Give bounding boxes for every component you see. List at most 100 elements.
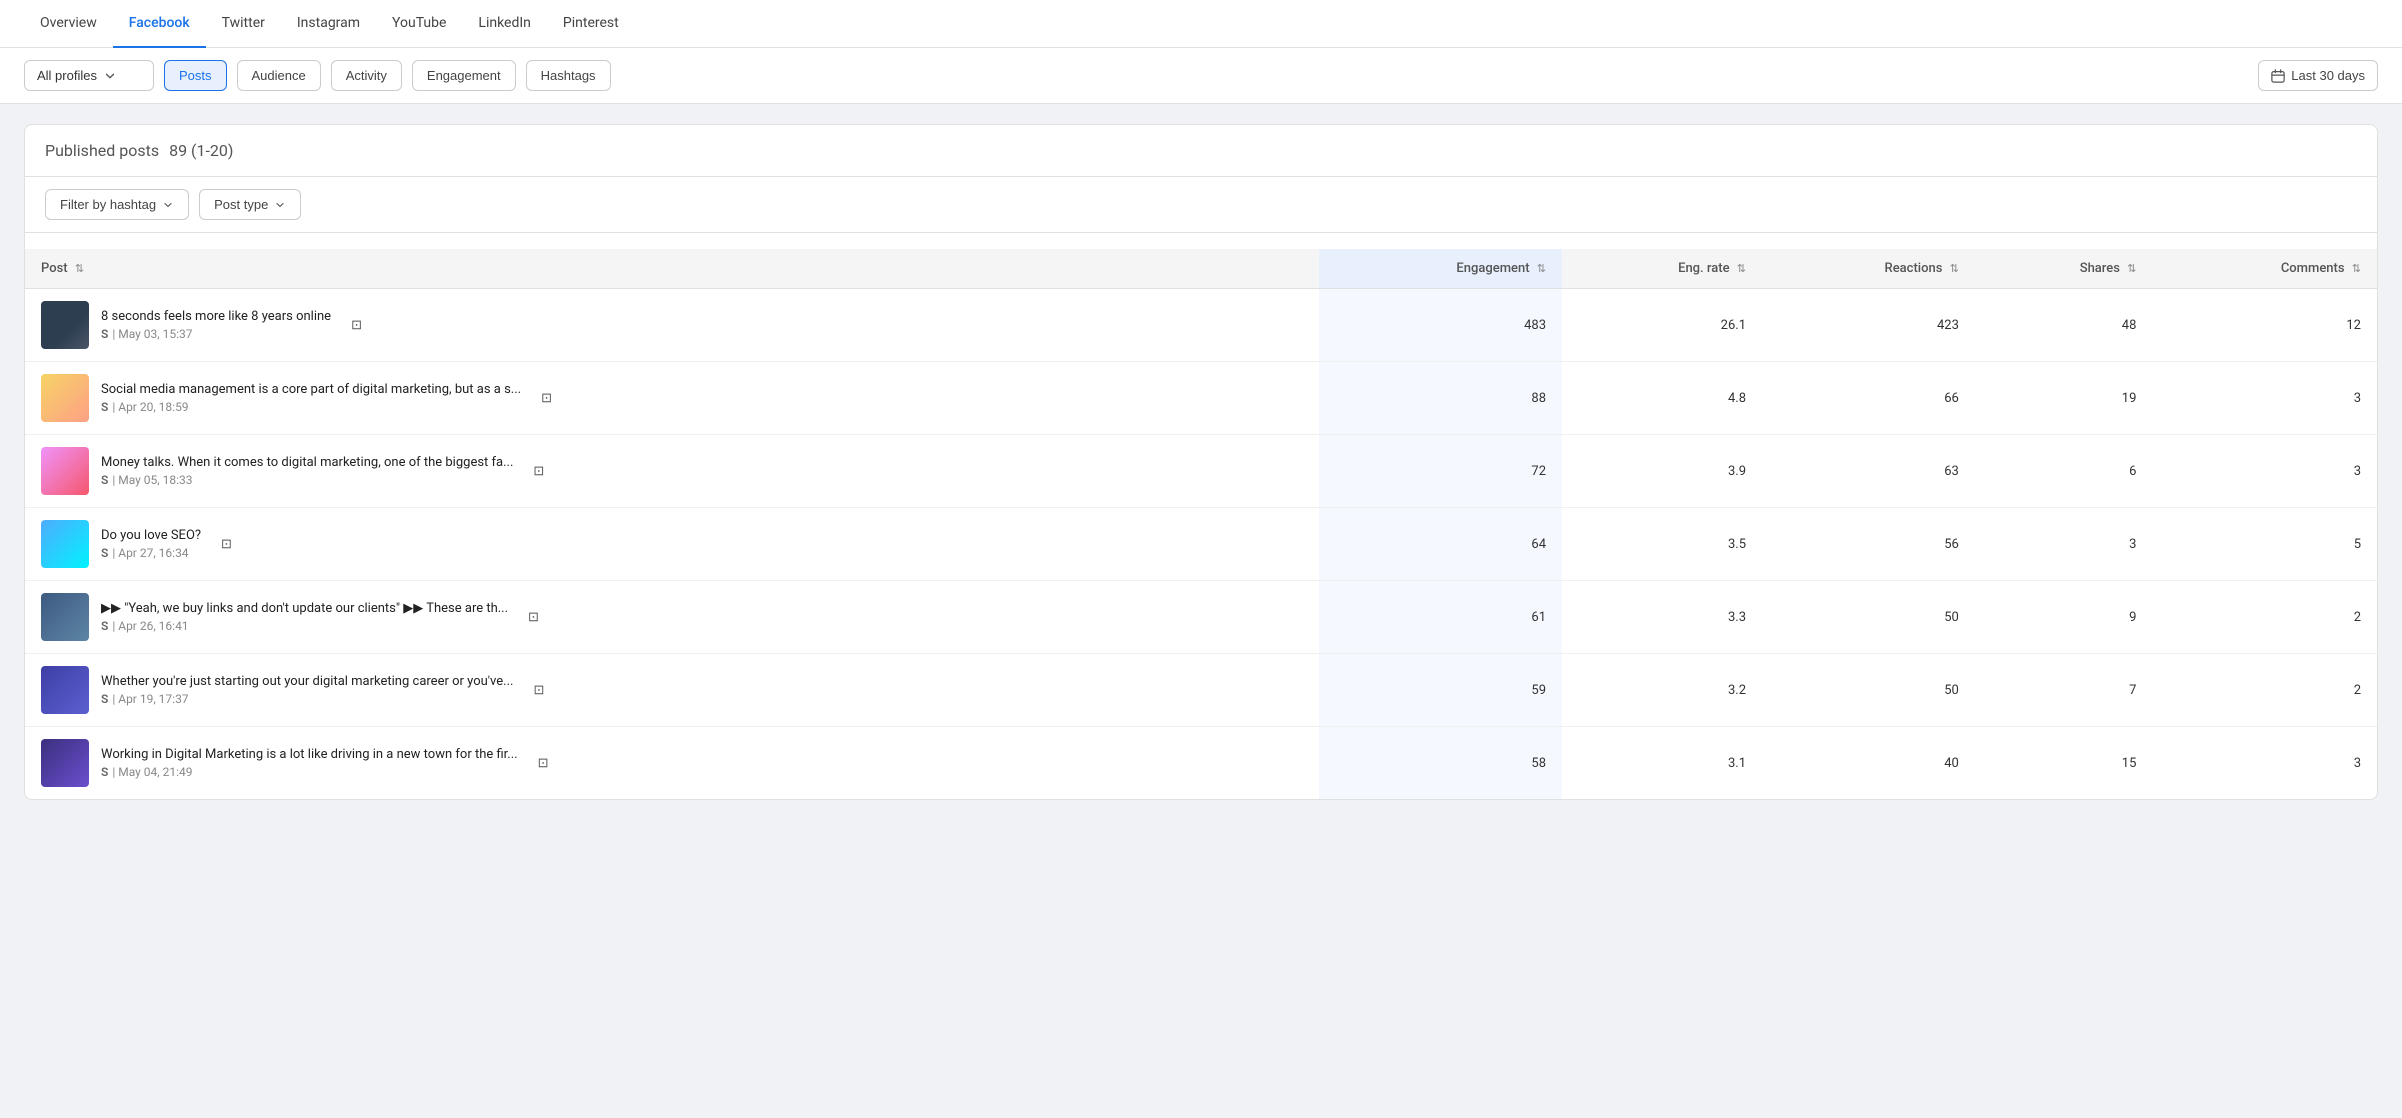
post-info: 8 seconds feels more like 8 years online…: [101, 309, 331, 341]
table-row[interactable]: Money talks. When it comes to digital ma…: [25, 435, 2377, 508]
post-type-icon: ⊡: [533, 464, 544, 479]
post-type-icon: ⊡: [538, 756, 549, 771]
post-title: Money talks. When it comes to digital ma…: [101, 455, 513, 470]
filter-hashtag-button[interactable]: Filter by hashtag: [45, 189, 189, 220]
post-shares: 7: [1975, 654, 2153, 727]
post-meta: S | May 05, 18:33: [101, 473, 513, 487]
post-meta-separator: | Apr 27, 16:34: [112, 546, 188, 560]
post-engagement: 483: [1319, 289, 1562, 362]
post-comments: 2: [2152, 581, 2377, 654]
table-row[interactable]: ▶▶ "Yeah, we buy links and don't update …: [25, 581, 2377, 654]
nav-pinterest[interactable]: Pinterest: [547, 0, 635, 48]
tab-hashtags[interactable]: Hashtags: [526, 60, 611, 91]
date-range-section: Last 30 days: [2258, 60, 2378, 91]
post-shares: 3: [1975, 508, 2153, 581]
nav-instagram[interactable]: Instagram: [281, 0, 376, 48]
post-engagement: 64: [1319, 508, 1562, 581]
col-eng-rate[interactable]: Eng. rate ⇅: [1562, 249, 1762, 289]
post-comments: 5: [2152, 508, 2377, 581]
col-post[interactable]: Post ⇅: [25, 249, 1319, 289]
top-nav: Overview Facebook Twitter Instagram YouT…: [0, 0, 2402, 48]
post-type-icon: ⊡: [528, 610, 539, 625]
nav-linkedin[interactable]: LinkedIn: [462, 0, 547, 48]
post-comments: 3: [2152, 727, 2377, 800]
post-source: S: [101, 473, 108, 487]
sort-icon-engagement: ⇅: [1537, 262, 1546, 275]
main-content: Published posts 89 (1-20) Filter by hash…: [0, 104, 2402, 820]
post-thumbnail: [41, 520, 89, 568]
post-meta: S | Apr 27, 16:34: [101, 546, 201, 560]
date-range-button[interactable]: Last 30 days: [2258, 60, 2378, 91]
sort-icon-eng-rate: ⇅: [1737, 262, 1746, 275]
section-title: Published posts 89 (1-20): [45, 141, 233, 160]
col-engagement[interactable]: Engagement ⇅: [1319, 249, 1562, 289]
post-reactions: 40: [1762, 727, 1975, 800]
table-row[interactable]: Whether you're just starting out your di…: [25, 654, 2377, 727]
tab-audience[interactable]: Audience: [237, 60, 321, 91]
sort-icon-post: ⇅: [75, 262, 84, 275]
post-meta: S | May 04, 21:49: [101, 765, 518, 779]
post-engagement: 72: [1319, 435, 1562, 508]
nav-twitter[interactable]: Twitter: [206, 0, 281, 48]
post-info: Money talks. When it comes to digital ma…: [101, 455, 513, 487]
post-meta-separator: | Apr 26, 16:41: [112, 619, 188, 633]
calendar-icon: [2271, 69, 2285, 83]
post-source: S: [101, 546, 108, 560]
filter-post-type-button[interactable]: Post type: [199, 189, 301, 220]
post-reactions: 50: [1762, 581, 1975, 654]
post-cell-5: ▶▶ "Yeah, we buy links and don't update …: [25, 581, 1319, 654]
col-reactions[interactable]: Reactions ⇅: [1762, 249, 1975, 289]
filters-bar: Filter by hashtag Post type: [25, 177, 2377, 233]
table-header-row: Post ⇅ Engagement ⇅ Eng. rate ⇅ Reaction…: [25, 249, 2377, 289]
post-title: Do you love SEO?: [101, 528, 201, 543]
post-cell-2: Social media management is a core part o…: [25, 362, 1319, 435]
date-range-label: Last 30 days: [2291, 68, 2365, 83]
sort-icon-comments: ⇅: [2352, 262, 2361, 275]
table-row[interactable]: 8 seconds feels more like 8 years online…: [25, 289, 2377, 362]
tab-activity[interactable]: Activity: [331, 60, 402, 91]
post-title: Whether you're just starting out your di…: [101, 674, 513, 689]
post-eng-rate: 4.8: [1562, 362, 1762, 435]
nav-overview[interactable]: Overview: [24, 0, 113, 48]
post-cell-7: Working in Digital Marketing is a lot li…: [25, 727, 1319, 800]
table-row[interactable]: Working in Digital Marketing is a lot li…: [25, 727, 2377, 800]
post-reactions: 66: [1762, 362, 1975, 435]
post-eng-rate: 26.1: [1562, 289, 1762, 362]
post-reactions: 50: [1762, 654, 1975, 727]
tab-engagement[interactable]: Engagement: [412, 60, 516, 91]
post-eng-rate: 3.2: [1562, 654, 1762, 727]
post-comments: 12: [2152, 289, 2377, 362]
post-meta: S | May 03, 15:37: [101, 327, 331, 341]
nav-youtube[interactable]: YouTube: [376, 0, 462, 48]
chevron-down-icon: [274, 199, 286, 211]
nav-facebook[interactable]: Facebook: [113, 0, 206, 48]
post-comments: 2: [2152, 654, 2377, 727]
post-shares: 48: [1975, 289, 2153, 362]
post-meta: S | Apr 20, 18:59: [101, 400, 521, 414]
post-engagement: 59: [1319, 654, 1562, 727]
table-row[interactable]: Social media management is a core part o…: [25, 362, 2377, 435]
post-thumbnail: [41, 739, 89, 787]
sub-header-left: All profiles Posts Audience Activity Eng…: [24, 60, 611, 91]
profile-dropdown[interactable]: All profiles: [24, 60, 154, 91]
post-source: S: [101, 619, 108, 633]
post-eng-rate: 3.9: [1562, 435, 1762, 508]
post-info: Do you love SEO? S | Apr 27, 16:34: [101, 528, 201, 560]
post-title: Social media management is a core part o…: [101, 382, 521, 397]
post-cell-6: Whether you're just starting out your di…: [25, 654, 1319, 727]
posts-table-container: Published posts 89 (1-20) Filter by hash…: [24, 124, 2378, 800]
col-comments[interactable]: Comments ⇅: [2152, 249, 2377, 289]
post-engagement: 61: [1319, 581, 1562, 654]
post-meta-separator: | Apr 20, 18:59: [112, 400, 188, 414]
post-meta-separator: | May 05, 18:33: [112, 473, 192, 487]
post-meta-separator: | Apr 19, 17:37: [112, 692, 188, 706]
post-cell-1: 8 seconds feels more like 8 years online…: [25, 289, 1319, 362]
posts-table: Post ⇅ Engagement ⇅ Eng. rate ⇅ Reaction…: [25, 249, 2377, 799]
post-shares: 19: [1975, 362, 2153, 435]
post-info: Social media management is a core part o…: [101, 382, 521, 414]
post-eng-rate: 3.5: [1562, 508, 1762, 581]
tab-posts[interactable]: Posts: [164, 60, 227, 91]
col-shares[interactable]: Shares ⇅: [1975, 249, 2153, 289]
post-source: S: [101, 765, 108, 779]
table-row[interactable]: Do you love SEO? S | Apr 27, 16:34 ⊡ 64 …: [25, 508, 2377, 581]
